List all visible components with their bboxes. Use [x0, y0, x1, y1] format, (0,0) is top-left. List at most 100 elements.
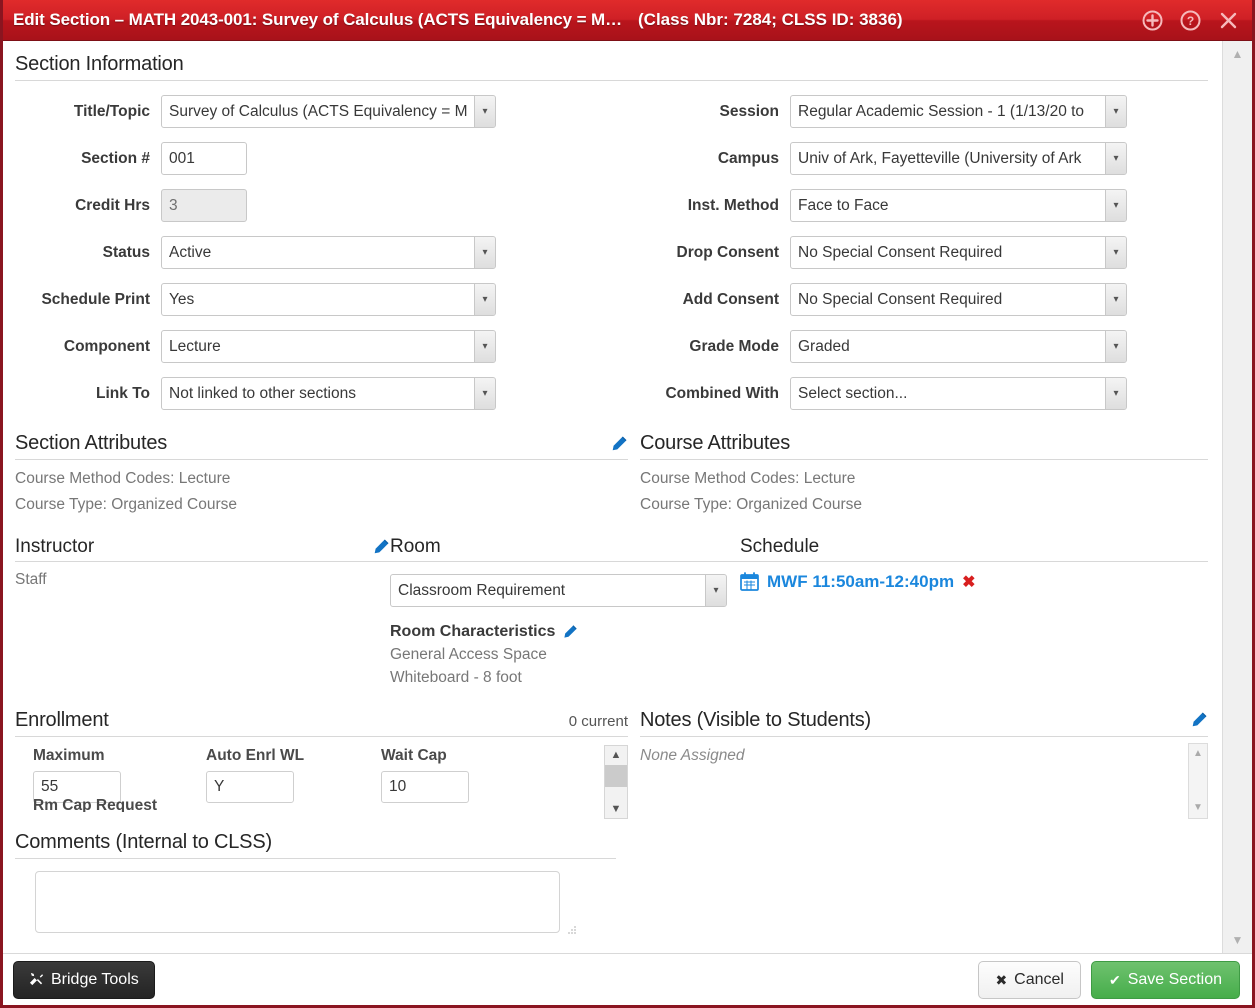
section-information-columns: Title/Topic Survey of Calculus (ACTS Equ… [15, 81, 1208, 410]
select-link-to-value: Not linked to other sections [169, 385, 356, 402]
label-rm-cap-request: Rm Cap Request [33, 796, 158, 812]
close-icon[interactable] [1217, 9, 1239, 31]
label-grade-mode: Grade Mode [689, 337, 779, 355]
chevron-down-icon: ▾ [1105, 284, 1126, 315]
enrollment-panel: Enrollment 0 current Maximum 55 Auto Enr… [15, 709, 628, 819]
enrollment-scrollbar[interactable]: ▲ ▼ [604, 744, 628, 819]
notes-scrollbar[interactable]: ▲ ▼ [1188, 742, 1208, 819]
enrollment-field-wait-cap: Wait Cap 10 [365, 747, 540, 812]
select-status[interactable]: Active ▾ [161, 236, 496, 269]
scroll-down-icon[interactable]: ▼ [605, 800, 627, 818]
resize-grip-icon[interactable] [567, 925, 577, 935]
scroll-down-icon[interactable]: ▼ [1223, 929, 1252, 951]
field-row-schedule-print: Schedule Print Yes ▾ [15, 283, 628, 316]
label-credit-hours: Credit Hrs [75, 196, 150, 214]
comments-textarea[interactable] [35, 870, 560, 933]
chevron-down-icon: ▾ [1105, 237, 1126, 268]
question-circle-icon[interactable]: ? [1179, 9, 1201, 31]
input-credit-hours: 3 [161, 189, 247, 222]
bridge-tools-button[interactable]: Bridge Tools [13, 960, 155, 999]
field-row-link-to: Link To Not linked to other sections ▾ [15, 377, 628, 410]
scroll-up-icon[interactable]: ▲ [605, 746, 627, 764]
schedule-entry-text: MWF 11:50am-12:40pm [767, 571, 955, 591]
edit-section-attributes-pencil-icon[interactable] [610, 435, 628, 453]
dialog-title: Edit Section – MATH 2043-001: Survey of … [13, 10, 623, 29]
scroll-down-icon[interactable]: ▼ [1189, 800, 1207, 816]
chevron-down-icon: ▾ [1105, 143, 1126, 174]
select-campus-value: Univ of Ark, Fayetteville (University of… [798, 150, 1082, 167]
room-characteristic: General Access Space [390, 645, 547, 663]
input-wait-cap[interactable]: 10 [381, 770, 469, 803]
select-instruction-method[interactable]: Face to Face ▾ [790, 189, 1127, 222]
instructor-panel: Instructor Staff [15, 536, 390, 687]
calendar-icon [740, 572, 759, 591]
input-auto-enrl-wl[interactable]: Y [206, 770, 294, 803]
tools-icon [29, 971, 44, 988]
label-section-number: Section # [81, 149, 150, 167]
room-characteristics-header: Room Characteristics [390, 623, 740, 641]
select-component-value: Lecture [169, 338, 221, 355]
dialog-footer: Bridge Tools ✖ Cancel ✔ Save Section [3, 953, 1252, 1005]
section-information-left-column: Title/Topic Survey of Calculus (ACTS Equ… [15, 81, 628, 410]
comments-input-wrapper [35, 859, 580, 938]
label-auto-enrl-wl: Auto Enrl WL [206, 746, 305, 764]
course-attributes-panel: Course Attributes Course Method Codes: L… [628, 432, 1208, 514]
course-attributes-title: Course Attributes [640, 432, 791, 454]
section-attributes-header: Section Attributes [15, 432, 628, 460]
chevron-down-icon: ▾ [474, 284, 495, 315]
chevron-down-icon: ▾ [1105, 378, 1126, 409]
select-component[interactable]: Lecture ▾ [161, 330, 496, 363]
select-title-topic-value: Survey of Calculus (ACTS Equivalency = M [169, 103, 467, 120]
edit-room-characteristics-pencil-icon[interactable] [562, 624, 578, 640]
edit-instructor-pencil-icon[interactable] [372, 538, 390, 556]
select-grade-mode[interactable]: Graded ▾ [790, 330, 1127, 363]
select-campus[interactable]: Univ of Ark, Fayetteville (University of… [790, 142, 1127, 175]
field-row-status: Status Active ▾ [15, 236, 628, 269]
remove-schedule-icon[interactable]: ✖ [962, 572, 975, 592]
enrollment-notes-row: Enrollment 0 current Maximum 55 Auto Enr… [15, 709, 1208, 819]
titlebar-icons: ? [1141, 9, 1245, 31]
enrollment-current-count: 0 current [568, 712, 628, 730]
select-title-topic[interactable]: Survey of Calculus (ACTS Equivalency = M… [161, 95, 496, 128]
dialog-scrollbar[interactable]: ▲ ▼ [1222, 41, 1252, 953]
select-room-requirement[interactable]: Classroom Requirement ▾ [390, 573, 727, 607]
select-schedule-print[interactable]: Yes ▾ [161, 283, 496, 316]
notes-panel: Notes (Visible to Students) None Assigne… [628, 709, 1208, 819]
enrollment-field-auto-enrl-wl: Auto Enrl WL Y [190, 747, 365, 812]
label-add-consent: Add Consent [682, 290, 779, 308]
select-session[interactable]: Regular Academic Session - 1 (1/13/20 to… [790, 95, 1127, 128]
chevron-down-icon: ▾ [474, 96, 495, 127]
comments-header: Comments (Internal to CLSS) [15, 831, 616, 859]
cancel-button[interactable]: ✖ Cancel [978, 960, 1081, 999]
field-row-title-topic: Title/Topic Survey of Calculus (ACTS Equ… [15, 95, 628, 128]
label-schedule-print: Schedule Print [41, 290, 150, 308]
select-status-value: Active [169, 244, 212, 261]
scroll-up-icon[interactable]: ▲ [1223, 43, 1252, 65]
scrollbar-thumb[interactable] [605, 764, 627, 787]
input-section-number[interactable]: 001 [161, 142, 247, 175]
save-section-button[interactable]: ✔ Save Section [1090, 960, 1240, 999]
select-drop-consent[interactable]: No Special Consent Required ▾ [790, 236, 1127, 269]
chevron-down-icon: ▾ [474, 331, 495, 362]
label-drop-consent: Drop Consent [676, 243, 779, 261]
field-row-combined-with: Combined With Select section... ▾ [640, 377, 1208, 410]
comments-panel: Comments (Internal to CLSS) [15, 831, 616, 938]
select-session-value: Regular Academic Session - 1 (1/13/20 to [798, 103, 1085, 120]
edit-notes-pencil-icon[interactable] [1190, 711, 1208, 729]
select-combined-with[interactable]: Select section... ▾ [790, 377, 1127, 410]
select-link-to[interactable]: Not linked to other sections ▾ [161, 377, 496, 410]
edit-section-dialog: Edit Section – MATH 2043-001: Survey of … [0, 0, 1255, 1008]
notes-body-wrapper: None Assigned ▲ ▼ [640, 737, 1208, 819]
chevron-down-icon: ▾ [705, 574, 726, 606]
select-add-consent[interactable]: No Special Consent Required ▾ [790, 283, 1127, 316]
comments-title: Comments (Internal to CLSS) [15, 830, 272, 853]
field-row-add-consent: Add Consent No Special Consent Required … [640, 283, 1208, 316]
enrollment-body: Maximum 55 Auto Enrl WL Y Wait Cap 10 Rm… [15, 737, 628, 819]
scroll-up-icon[interactable]: ▲ [1189, 746, 1207, 762]
schedule-entry[interactable]: MWF 11:50am-12:40pm ✖ [740, 572, 1208, 592]
plus-circle-icon[interactable] [1141, 9, 1163, 31]
field-row-component: Component Lecture ▾ [15, 330, 628, 363]
dialog-body: Section Information Title/Topic Survey o… [3, 41, 1252, 1005]
bridge-tools-label: Bridge Tools [51, 970, 139, 988]
dialog-titlebar: Edit Section – MATH 2043-001: Survey of … [3, 0, 1252, 41]
